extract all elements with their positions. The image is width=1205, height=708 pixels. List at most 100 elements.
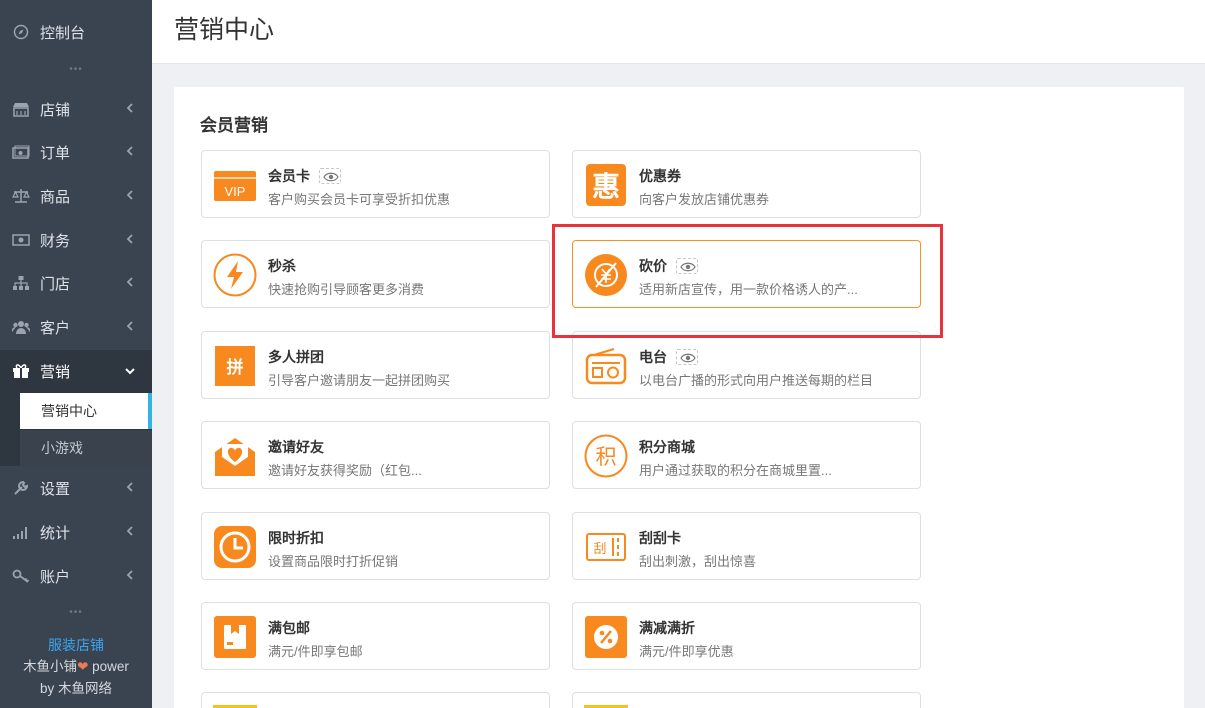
sidebar-item-statistics[interactable]: 统计 [0,512,152,552]
sidebar-item-settings[interactable]: 设置 [0,468,152,508]
card-description: 向客户发放店铺优惠券 [639,192,770,207]
card-free-shipping[interactable]: 满包邮 满元/件即享包邮 [201,602,550,670]
card-title-row: 刮刮卡 [639,528,681,548]
order-icon [12,144,30,160]
card-title: 优惠券 [639,168,681,184]
chevron-left-icon [126,103,133,113]
heart-icon: ❤ [77,659,89,674]
card-title-row: 限时折扣 [268,528,324,548]
sidebar-item-customers[interactable]: 客户 [0,307,152,347]
sidebar-footer: 服装店铺 木鱼小铺❤ power by 木鱼网络 [0,634,152,700]
lightning-icon [213,253,257,297]
package-icon [214,616,256,658]
sidebar-item-label: 控制台 [40,24,86,42]
percent-icon [585,616,627,658]
card-title: 满减满折 [639,620,695,636]
card-full-reduction[interactable]: 满减满折 满元/件即享优惠 [572,602,921,670]
chevron-down-icon [125,368,135,375]
store-name[interactable]: 服装店铺 [0,634,152,656]
marketing-submenu: 营销中心 小游戏 [0,392,152,466]
sidebar-item-store[interactable]: 店铺 [0,89,152,129]
sidebar-item-label: 统计 [40,524,71,542]
card-partial[interactable] [572,692,921,708]
card-coupon[interactable]: 惠 优惠券 向客户发放店铺优惠券 [572,150,921,218]
pin-text: 拼 [227,357,244,378]
vip-text: VIP [225,184,246,199]
card-description: 满元/件即享包邮 [268,644,363,659]
card-title-row: 邀请好友 [268,437,324,457]
coupon-hui-icon: 惠 [586,164,626,206]
invite-heart-icon [215,438,255,476]
chevron-left-icon [126,234,133,244]
by-line: by 木鱼网络 [39,681,112,696]
card-flash-sale[interactable]: 秒杀 快速抢购引导顾客更多消费 [201,240,550,308]
sidebar-item-label: 设置 [40,480,71,498]
eye-icon[interactable] [319,168,341,184]
sitemap-icon [12,275,30,291]
page-header: 营销中心 [152,0,1205,64]
card-radio[interactable]: 电台 以电台广播的形式向用户推送每期的栏目 [572,331,921,399]
scale-icon [12,188,30,204]
sidebar-item-account[interactable]: 账户 [0,556,152,596]
card-invite-friends[interactable]: 邀请好友 邀请好友获得奖励（红包... [201,421,550,489]
card-description: 客户购买会员卡可享受折扣优惠 [268,192,451,207]
card-group-buy[interactable]: 拼 多人拼团 引导客户邀请朋友一起拼团购买 [201,331,550,399]
chevron-left-icon [126,321,133,331]
gua-text: 刮 [593,542,606,557]
card-limited-discount[interactable]: 限时折扣 设置商品限时打折促销 [201,512,550,580]
card-scratch-card[interactable]: 刮 刮刮卡 刮出刺激，刮出惊喜 [572,512,921,580]
dashboard-icon [12,24,30,40]
chevron-left-icon [126,146,133,156]
card-title: 电台 [639,349,667,365]
sidebar-item-orders[interactable]: 订单 [0,132,152,172]
chevron-left-icon [126,526,133,536]
card-title: 秒杀 [268,258,296,274]
card-member-card[interactable]: VIP 会员卡 客户购买会员卡可享受折扣优惠 [201,150,550,218]
card-title: 积分商城 [639,439,695,455]
sidebar-item-marketing[interactable]: 营销 [0,350,152,392]
card-partial[interactable] [201,692,550,708]
power-line: 木鱼小铺❤ power [0,656,152,678]
card-description: 设置商品限时打折促销 [268,554,399,569]
sidebar-item-label: 店铺 [40,101,71,119]
ji-text: 积 [596,445,617,469]
power-prefix: 木鱼小铺 [23,659,78,674]
chevron-left-icon [126,482,133,492]
hui-text: 惠 [592,170,620,203]
card-description: 满元/件即享优惠 [639,644,734,659]
card-title: 会员卡 [268,168,310,184]
signal-icon [12,524,30,540]
sidebar-item-finance[interactable]: 财务 [0,220,152,260]
page-title: 营销中心 [174,16,275,44]
submenu-item-marketing-center[interactable]: 营销中心 [20,393,152,429]
card-title-row: 电台 [639,347,698,367]
section-title: 会员营销 [200,116,268,135]
submenu-item-label: 小游戏 [41,440,83,456]
sidebar-item-label: 营销 [40,363,71,381]
card-description: 刮出刺激，刮出惊喜 [639,554,757,569]
radio-icon [585,348,627,385]
highlight-box [552,224,943,338]
chevron-left-icon [126,277,133,287]
card-title-row: 优惠券 [639,166,681,186]
sidebar-divider-dots: ••• [69,64,83,75]
eye-icon[interactable] [676,349,698,365]
sidebar-item-products[interactable]: 商品 [0,176,152,216]
sidebar-item-dashboard[interactable]: 控制台 [0,12,152,52]
submenu-item-mini-games[interactable]: 小游戏 [20,430,152,466]
sidebar: 控制台 ••• 店铺 订单 商品 财务 门店 客户 营销 营销中心 小游戏 设置… [0,0,152,708]
vip-card-icon: VIP [214,171,256,201]
chevron-left-icon [126,190,133,200]
sidebar-item-label: 商品 [40,188,71,206]
sidebar-divider-dots: ••• [69,607,83,618]
sidebar-item-stores[interactable]: 门店 [0,263,152,303]
card-description: 邀请好友获得奖励（红包... [268,463,422,478]
group-buy-icon: 拼 [215,346,255,386]
card-title: 多人拼团 [268,349,324,365]
card-description: 以电台广播的形式向用户推送每期的栏目 [639,373,874,388]
card-title: 满包邮 [268,620,310,636]
card-title: 限时折扣 [268,530,324,546]
card-points-mall[interactable]: 积 积分商城 用户通过获取的积分在商城里置... [572,421,921,489]
card-title-row: 多人拼团 [268,347,324,367]
card-title-row: 会员卡 [268,166,341,186]
